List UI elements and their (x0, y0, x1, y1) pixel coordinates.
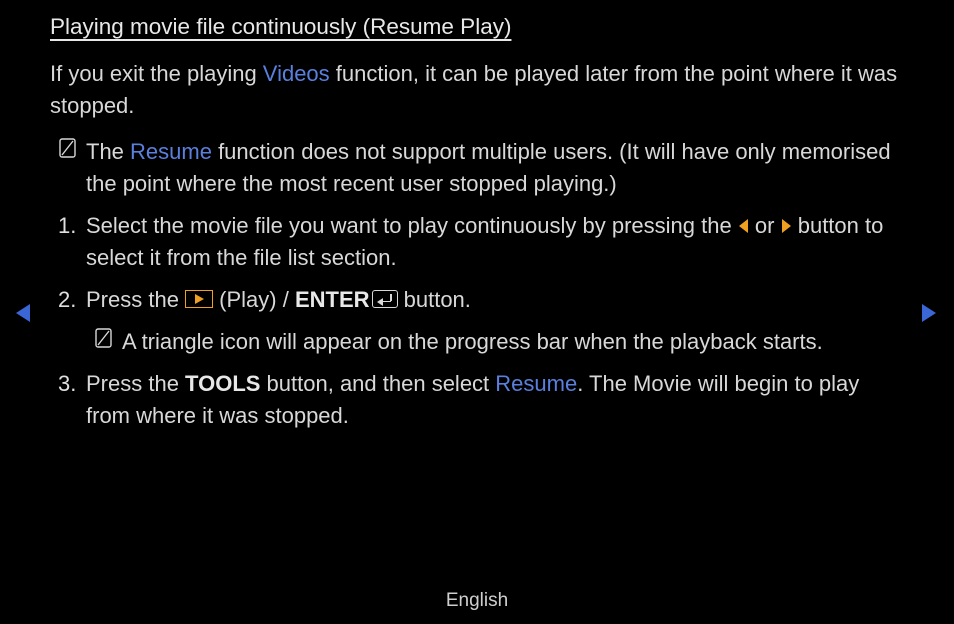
right-arrow-icon (781, 211, 792, 243)
step-2-note-text: A triangle icon will appear on the progr… (122, 326, 904, 358)
intro-pre: If you exit the playing (50, 61, 263, 86)
step-3-b: button, and then select (260, 371, 495, 396)
step-1-number: 1. (58, 210, 86, 242)
resume-highlight-2: Resume (495, 371, 577, 396)
videos-highlight: Videos (263, 61, 330, 86)
step-1: 1. Select the movie file you want to pla… (58, 210, 904, 275)
step-2-note: A triangle icon will appear on the progr… (94, 326, 904, 358)
left-arrow-icon (738, 211, 749, 243)
enter-icon (372, 290, 398, 308)
enter-label: ENTER (295, 287, 370, 312)
nav-next-button[interactable] (920, 302, 940, 329)
step-1-a: Select the movie file you want to play c… (86, 213, 738, 238)
step-2-number: 2. (58, 284, 86, 316)
language-label: English (0, 590, 954, 612)
step-2-tail: button. (398, 287, 471, 312)
step-3-a: Press the (86, 371, 185, 396)
step-3: 3. Press the TOOLS button, and then sele… (58, 368, 904, 432)
step-2-play: (Play) / (213, 287, 295, 312)
nav-prev-button[interactable] (14, 302, 34, 329)
resume-highlight-1: Resume (130, 139, 212, 164)
note-row: The Resume function does not support mul… (58, 136, 904, 200)
note-icon (94, 326, 122, 350)
tools-label: TOOLS (185, 371, 260, 396)
note-pre: The (86, 139, 130, 164)
note-icon (58, 136, 86, 160)
play-icon (185, 290, 213, 308)
step-1-b: or (749, 213, 781, 238)
step-2-a: Press the (86, 287, 185, 312)
page-title: Playing movie file continuously (Resume … (50, 14, 904, 40)
intro-text: If you exit the playing Videos function,… (50, 58, 904, 122)
step-3-number: 3. (58, 368, 86, 400)
step-2: 2. Press the (Play) / ENTER button. (58, 284, 904, 316)
